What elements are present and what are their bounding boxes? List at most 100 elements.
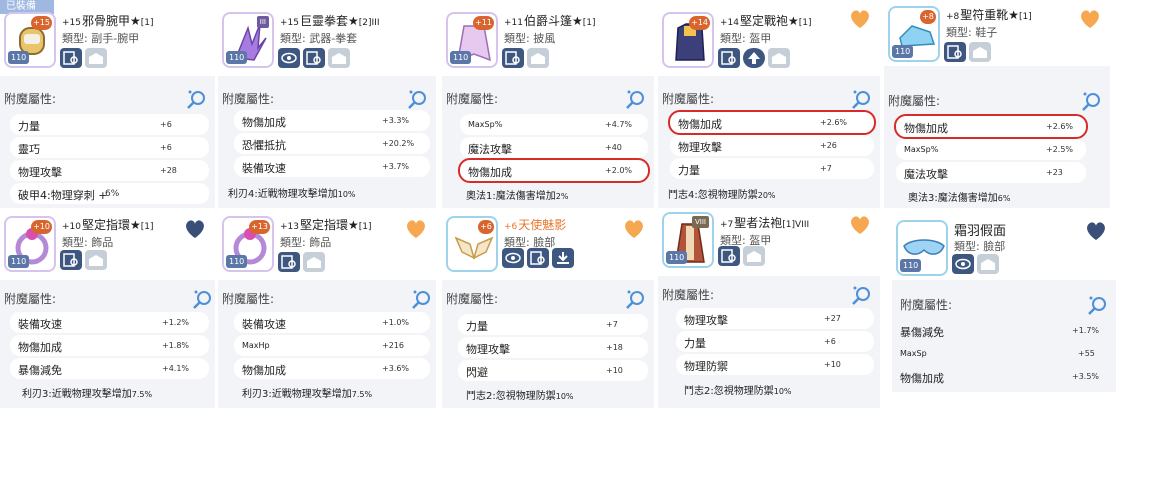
item-thumbnail[interactable]: +13 110 — [222, 216, 274, 272]
item-name: +15巨靈拳套★[2]III — [280, 14, 380, 28]
heart-icon[interactable] — [183, 218, 207, 240]
enchant-magnifier-icon[interactable] — [1086, 294, 1108, 316]
compare-icon[interactable] — [718, 246, 740, 266]
equipment-card-8[interactable]: +6 +6天使魅影 類型: 臉部 附魔屬性: 力量 +7 物理攻擊 +18 閃避 +1… — [442, 210, 654, 408]
heart-icon[interactable] — [404, 218, 428, 240]
refine-badge: +13 — [249, 220, 270, 234]
heart-icon[interactable] — [848, 214, 872, 236]
deposit-icon[interactable] — [743, 246, 765, 266]
equipment-card-4[interactable]: +14 +14堅定戰袍★[1] 類型: 盔甲 附魔屬性: 物傷加成 +2.6% 物… — [658, 0, 880, 208]
equipment-card-2[interactable]: III 110 +15巨靈拳套★[2]III 類型: 武器-拳套 附魔屬性: 物… — [218, 0, 436, 208]
download-icon[interactable] — [552, 248, 574, 268]
stat-row: 物理攻擊 +18 — [458, 337, 648, 358]
item-type: 類型: 臉部 — [954, 240, 1006, 253]
item-thumbnail[interactable]: +15 110 — [4, 12, 56, 68]
set-bonus: 鬥志2:忽視物理防禦10% — [466, 391, 574, 402]
item-thumbnail[interactable]: +6 — [446, 216, 498, 272]
enchant-stats: 力量 +6 靈巧 +6 物理攻擊 +28 破甲4:物理穿刺 + 6% — [10, 114, 209, 206]
enchant-magnifier-icon[interactable] — [624, 288, 646, 310]
compare-icon[interactable] — [944, 42, 966, 62]
level-badge: 110 — [666, 251, 688, 264]
equipment-card-9[interactable]: VIII 110 +7聖者法袍[1]VIII 類型: 盔甲 附魔屬性: 物理攻擊… — [658, 210, 880, 408]
equipment-card-5[interactable]: +8 110 +8聖符重靴★[1] 類型: 鞋子 附魔屬性: 物傷加成 +2.6%… — [884, 0, 1110, 208]
deposit-icon[interactable] — [768, 48, 790, 68]
item-thumbnail[interactable]: 110 — [896, 220, 948, 276]
deposit-icon[interactable] — [303, 252, 325, 272]
stat-row: MaxSp% +2.5% — [896, 139, 1086, 160]
level-badge: 110 — [8, 51, 30, 64]
compare-icon[interactable] — [502, 48, 524, 68]
equipment-card-7[interactable]: +13 110 +13堅定指環★[1] 類型: 飾品 附魔屬性: 裝備攻速 +1.… — [218, 210, 436, 408]
enchant-magnifier-icon[interactable] — [191, 288, 213, 310]
enchant-magnifier-icon[interactable] — [1080, 90, 1102, 112]
upgrade-arrow-icon[interactable] — [743, 48, 765, 68]
view-eye-icon[interactable] — [278, 48, 300, 68]
enchant-label: 附魔屬性: — [446, 292, 499, 306]
item-name: +11伯爵斗篷★[1] — [504, 14, 596, 28]
action-buttons — [278, 48, 350, 70]
stat-row-highlighted: 物傷加成 +2.6% — [894, 114, 1088, 139]
enchant-stats: 物理攻擊 +27 力量 +6 物理防禦 +10 — [676, 308, 874, 377]
stars-badge: VIII — [692, 216, 709, 228]
compare-icon[interactable] — [278, 252, 300, 272]
enchant-magnifier-icon[interactable] — [410, 288, 432, 310]
stat-row: 物傷加成 +1.8% — [10, 335, 209, 356]
heart-icon[interactable] — [1084, 220, 1108, 242]
stat-row: 物傷加成 +3.3% — [234, 110, 430, 131]
heart-icon[interactable] — [622, 218, 646, 240]
enchant-stats: 裝備攻速 +1.0% MaxHp +216 物傷加成 +3.6% — [234, 312, 430, 381]
compare-icon[interactable] — [303, 48, 325, 68]
action-buttons — [718, 246, 765, 268]
view-eye-icon[interactable] — [502, 248, 524, 268]
enchant-magnifier-icon[interactable] — [406, 88, 428, 110]
item-thumbnail[interactable]: +8 110 — [888, 6, 940, 62]
stat-row: 物理攻擊 +27 — [676, 308, 874, 329]
item-type: 類型: 鞋子 — [946, 26, 998, 39]
enchant-magnifier-icon[interactable] — [850, 88, 872, 110]
stat-row: 靈巧 +6 — [10, 137, 209, 158]
item-name: +8聖符重靴★[1] — [946, 8, 1032, 22]
equipment-card-6[interactable]: +10 110 +10堅定指環★[1] 類型: 飾品 附魔屬性: 裝備攻速 +1.… — [0, 210, 215, 408]
compare-icon[interactable] — [718, 48, 740, 68]
equipment-card-10[interactable]: 110 霜羽假面 類型: 臉部 附魔屬性: 暴傷減免 +1.7% MaxSp +55… — [892, 216, 1116, 392]
heart-icon[interactable] — [1078, 8, 1102, 30]
stat-row: 暴傷減免 +4.1% — [10, 358, 209, 379]
compare-icon[interactable] — [60, 48, 82, 68]
deposit-icon[interactable] — [85, 250, 107, 270]
set-bonus: 利刃3:近戰物理攻擊增加7.5% — [242, 389, 373, 400]
heart-icon[interactable] — [848, 8, 872, 30]
item-thumbnail[interactable]: VIII 110 — [662, 212, 714, 268]
deposit-icon[interactable] — [328, 48, 350, 68]
item-thumbnail[interactable]: +11 110 — [446, 12, 498, 68]
stat-row: 物理攻擊 +28 — [10, 160, 209, 181]
set-bonus: 利刃4:近戰物理攻擊增加10% — [228, 189, 356, 200]
stat-row: 力量 +6 — [676, 331, 874, 352]
compare-icon[interactable] — [527, 248, 549, 268]
equipment-card-1[interactable]: 已裝備 +15 110 +15邪骨腕甲★[1] 類型: 副手-腕甲 附魔屬性: … — [0, 0, 215, 208]
deposit-icon[interactable] — [977, 254, 999, 274]
item-thumbnail[interactable]: +14 — [662, 12, 714, 68]
level-badge: 110 — [8, 255, 30, 268]
view-eye-icon[interactable] — [952, 254, 974, 274]
refine-badge: +6 — [478, 220, 494, 234]
enchant-stats: 物傷加成 +2.6% 物理攻擊 +26 力量 +7 — [668, 110, 876, 181]
stat-row: 物理防禦 +10 — [676, 354, 874, 375]
item-type: 類型: 飾品 — [280, 236, 332, 249]
equipment-card-3[interactable]: +11 110 +11伯爵斗篷★[1] 類型: 披風 附魔屬性: MaxSp% +… — [442, 0, 654, 208]
stat-row: 裝備攻速 +1.2% — [10, 312, 209, 333]
action-buttons — [502, 248, 574, 270]
enchant-magnifier-icon[interactable] — [185, 88, 207, 110]
level-badge: 110 — [226, 255, 248, 268]
enchant-label: 附魔屬性: — [4, 292, 57, 306]
deposit-icon[interactable] — [85, 48, 107, 68]
compare-icon[interactable] — [60, 250, 82, 270]
deposit-icon[interactable] — [969, 42, 991, 62]
item-thumbnail[interactable]: +10 110 — [4, 216, 56, 272]
item-thumbnail[interactable]: III 110 — [222, 12, 274, 68]
enchant-magnifier-icon[interactable] — [850, 284, 872, 306]
deposit-icon[interactable] — [527, 48, 549, 68]
item-type: 類型: 飾品 — [62, 236, 114, 249]
item-name: +13堅定指環★[1] — [280, 218, 372, 232]
stat-row-highlighted: 物傷加成 +2.0% — [458, 158, 650, 183]
enchant-magnifier-icon[interactable] — [624, 88, 646, 110]
